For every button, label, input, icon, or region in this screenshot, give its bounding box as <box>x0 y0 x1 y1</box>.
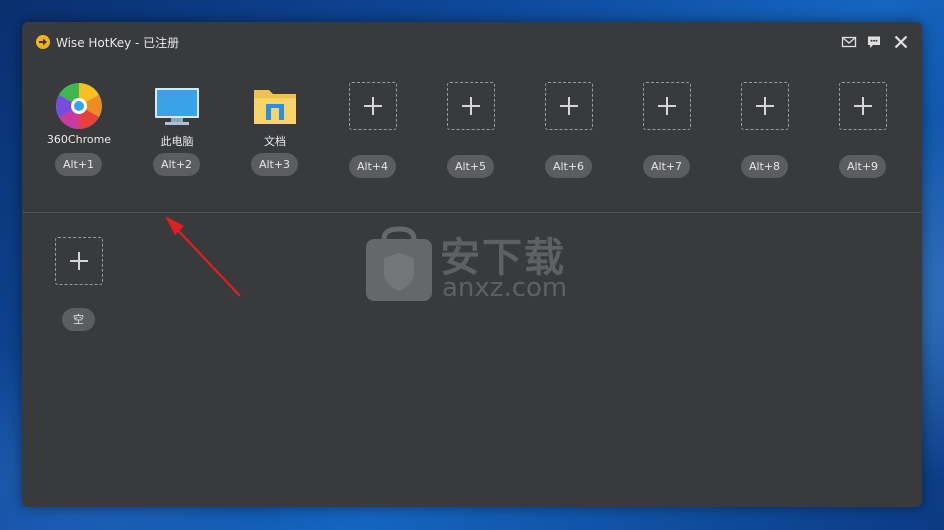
annotation-arrow <box>165 216 241 297</box>
